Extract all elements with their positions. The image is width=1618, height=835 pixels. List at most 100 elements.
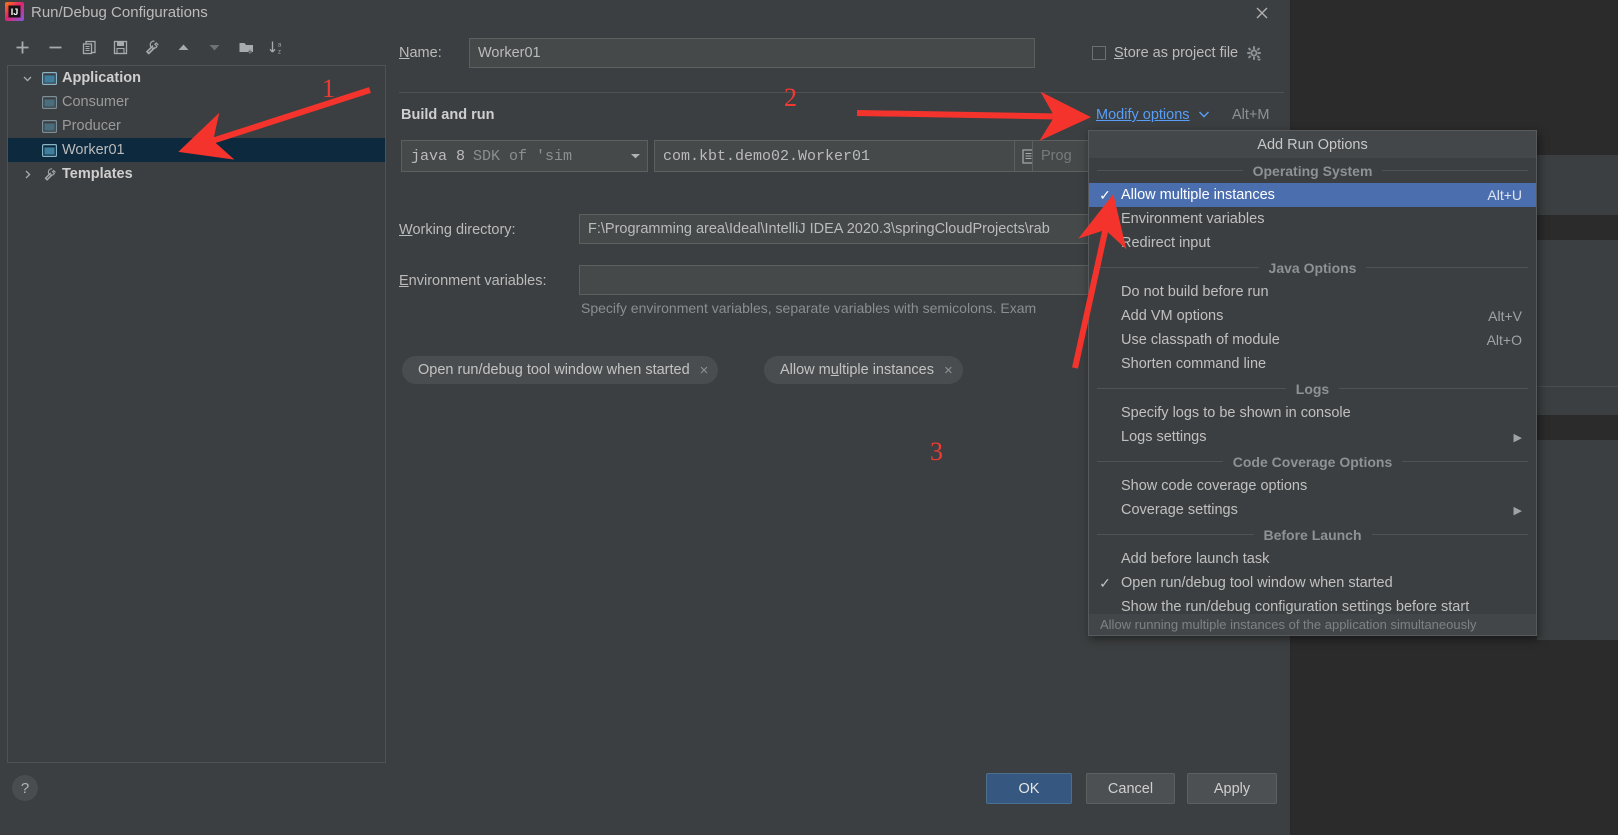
add-configuration-button[interactable] <box>9 34 35 60</box>
chip-label: Allow multiple instances <box>780 362 934 378</box>
backdrop-panel-mid <box>1537 240 1618 415</box>
name-label: Name: <box>399 45 442 61</box>
svg-text:z: z <box>278 49 281 55</box>
check-icon: ✓ <box>1089 575 1121 592</box>
main-class-input[interactable]: com.kbt.demo02.Worker01 <box>654 140 1022 172</box>
menu-item-label: Coverage settings <box>1121 502 1514 518</box>
apply-button[interactable]: Apply <box>1187 773 1277 804</box>
menu-group-operating-system: Operating System <box>1089 158 1536 183</box>
menu-item-label: Use classpath of module <box>1121 332 1487 348</box>
move-up-button[interactable] <box>170 34 196 60</box>
chip-open-run-debug-tool-window: Open run/debug tool window when started … <box>402 356 718 384</box>
ok-button[interactable]: OK <box>986 773 1072 804</box>
cancel-button[interactable]: Cancel <box>1086 773 1175 804</box>
menu-group-code-coverage-options: Code Coverage Options <box>1089 449 1536 474</box>
divider <box>1097 461 1223 462</box>
divider <box>1382 170 1528 171</box>
divider <box>1402 461 1528 462</box>
menu-show-code-coverage-options[interactable]: Show code coverage options <box>1089 474 1536 498</box>
menu-redirect-input[interactable]: Redirect input <box>1089 231 1536 255</box>
wrench-icon[interactable] <box>138 34 164 60</box>
name-label-mnemonic: N <box>399 45 409 61</box>
menu-group-label: Operating System <box>1243 163 1383 179</box>
name-input[interactable]: Worker01 <box>469 38 1035 68</box>
svg-text:IJ: IJ <box>11 7 19 17</box>
copy-configuration-icon[interactable] <box>76 34 102 60</box>
tree-node-templates[interactable]: Templates <box>8 162 385 186</box>
menu-shorten-command-line[interactable]: Shorten command line <box>1089 352 1536 376</box>
environment-variables-hint: Specify environment variables, separate … <box>581 300 1036 316</box>
remove-configuration-button[interactable] <box>42 34 68 60</box>
chip-allow-multiple-instances: Allow multiple instances × <box>764 356 963 384</box>
chip-remove-icon[interactable]: × <box>944 362 953 379</box>
modify-options-shortcut: Alt+M <box>1232 107 1269 123</box>
menu-item-label: Open run/debug tool window when started <box>1121 575 1522 591</box>
menu-coverage-settings[interactable]: Coverage settings ▶ <box>1089 498 1536 522</box>
jre-combo-sdk-hint: SDK of 'sim <box>473 148 572 165</box>
chip-label: Open run/debug tool window when started <box>418 362 690 378</box>
tree-node-label: Producer <box>60 118 121 134</box>
dialog-title: Run/Debug Configurations <box>31 0 208 26</box>
divider <box>1097 267 1259 268</box>
menu-open-run-debug-tool-window-when-started[interactable]: ✓ Open run/debug tool window when starte… <box>1089 571 1536 595</box>
build-and-run-title: Build and run <box>401 107 494 123</box>
sort-az-icon[interactable]: a z <box>263 34 289 60</box>
folder-add-icon[interactable] <box>233 34 259 60</box>
save-configuration-icon[interactable] <box>107 34 133 60</box>
move-down-button[interactable] <box>201 34 227 60</box>
chevron-down-icon[interactable] <box>1198 107 1210 123</box>
menu-item-label: Add before launch task <box>1121 551 1522 567</box>
menu-item-label: Show code coverage options <box>1121 478 1522 494</box>
jre-combo-value: java 8 <box>411 148 465 165</box>
divider <box>1097 534 1254 535</box>
tree-node-label: Consumer <box>60 94 129 110</box>
menu-group-label: Code Coverage Options <box>1223 454 1402 470</box>
menu-add-vm-options[interactable]: Add VM options Alt+V <box>1089 304 1536 328</box>
divider <box>1339 388 1528 389</box>
menu-group-logs: Logs <box>1089 376 1536 401</box>
add-run-options-popup-menu[interactable]: Add Run Options Operating System ✓ Allow… <box>1088 130 1537 636</box>
annotation-marker-3: 3 <box>930 437 943 467</box>
jre-combo[interactable]: java 8 SDK of 'sim <box>401 140 648 172</box>
checkbox-box[interactable] <box>1092 46 1106 60</box>
menu-do-not-build-before-run[interactable]: Do not build before run <box>1089 280 1536 304</box>
chevron-down-icon[interactable] <box>624 148 641 165</box>
working-directory-value: F:\Programming area\Ideal\IntelliJ IDEA … <box>588 221 1050 237</box>
help-button[interactable]: ? <box>12 775 38 801</box>
chevron-right-icon[interactable] <box>16 169 38 180</box>
tree-node-producer[interactable]: Producer <box>8 114 385 138</box>
chevron-down-icon[interactable] <box>16 73 38 84</box>
menu-environment-variables[interactable]: ✓ Environment variables <box>1089 207 1536 231</box>
configurations-tree[interactable]: Application Consumer <box>7 65 386 763</box>
menu-item-shortcut: Alt+U <box>1487 187 1536 203</box>
menu-group-label: Logs <box>1286 381 1339 397</box>
menu-group-before-launch: Before Launch <box>1089 522 1536 547</box>
gear-icon[interactable] <box>1246 45 1262 61</box>
menu-item-label: Do not build before run <box>1121 284 1522 300</box>
modify-options-link[interactable]: Modify options <box>1096 107 1210 123</box>
divider <box>1366 267 1528 268</box>
submenu-arrow-icon: ▶ <box>1514 431 1536 444</box>
menu-add-before-launch-task[interactable]: Add before launch task <box>1089 547 1536 571</box>
menu-specify-logs-to-be-shown-in-console[interactable]: Specify logs to be shown in console <box>1089 401 1536 425</box>
application-icon <box>38 120 60 133</box>
program-arguments-placeholder: Prog <box>1041 148 1072 164</box>
menu-item-label: Add VM options <box>1121 308 1488 324</box>
menu-allow-multiple-instances[interactable]: ✓ Allow multiple instances Alt+U <box>1089 183 1536 207</box>
close-icon[interactable] <box>1245 0 1279 26</box>
menu-item-label: Environment variables <box>1121 211 1522 227</box>
submenu-arrow-icon: ▶ <box>1514 504 1536 517</box>
popup-status-bar: Allow running multiple instances of the … <box>1089 614 1536 635</box>
chip-remove-icon[interactable]: × <box>700 362 709 379</box>
working-directory-label: Working directory: <box>399 222 516 238</box>
store-as-project-file-label: Store as project file <box>1114 45 1238 61</box>
menu-item-label: Redirect input <box>1121 235 1522 251</box>
tree-node-label: Worker01 <box>60 142 125 158</box>
menu-logs-settings[interactable]: Logs settings ▶ <box>1089 425 1536 449</box>
menu-group-label: Java Options <box>1259 260 1367 276</box>
menu-use-classpath-of-module[interactable]: Use classpath of module Alt+O <box>1089 328 1536 352</box>
backdrop-panel-lower <box>1537 440 1618 640</box>
store-as-project-file-checkbox[interactable]: Store as project file <box>1092 45 1262 61</box>
tree-node-worker01[interactable]: Worker01 <box>8 138 385 162</box>
check-icon: ✓ <box>1089 211 1121 228</box>
